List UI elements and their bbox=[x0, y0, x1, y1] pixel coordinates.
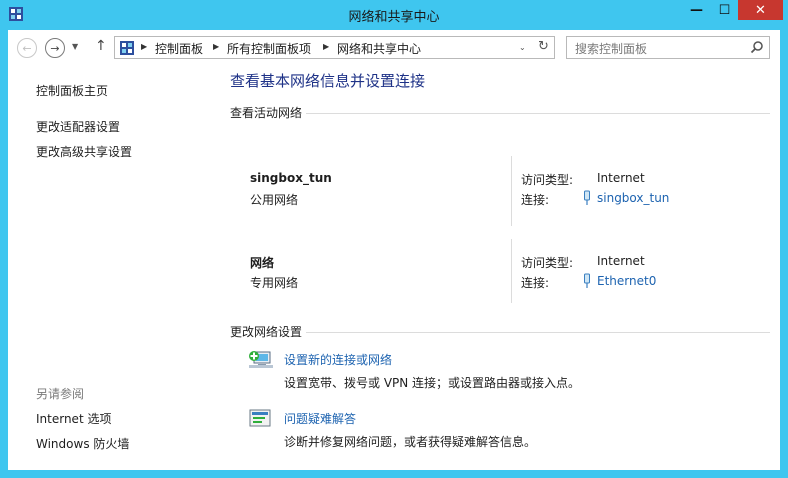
divider bbox=[511, 239, 512, 303]
access-type-value: Internet bbox=[597, 254, 645, 268]
up-button[interactable]: ↑ bbox=[95, 38, 107, 54]
window: 网络和共享中心 — ☐ ✕ ← → ▼ ↑ ▶ 控制面板 ▶ 所有控制面板项 ▶… bbox=[0, 0, 788, 478]
network-type: 公用网络 bbox=[250, 193, 299, 207]
divider bbox=[306, 332, 770, 333]
breadcrumb-all-items[interactable]: 所有控制面板项 bbox=[227, 40, 311, 57]
breadcrumb-chevron-right-icon[interactable]: ▶ bbox=[213, 42, 219, 51]
troubleshoot-link[interactable]: 问题疑难解答 bbox=[284, 410, 356, 427]
connection-link[interactable]: singbox_tun bbox=[597, 191, 669, 205]
active-networks-title: 查看活动网络 bbox=[230, 106, 303, 120]
breadcrumb-control-panel[interactable]: 控制面板 bbox=[155, 40, 203, 57]
address-bar[interactable]: ▶ 控制面板 ▶ 所有控制面板项 ▶ 网络和共享中心 ⌄ ↻ bbox=[114, 36, 555, 59]
forward-button[interactable]: → bbox=[45, 38, 65, 58]
refresh-button[interactable]: ↻ bbox=[538, 39, 549, 54]
search-input[interactable]: 搜索控制面板 bbox=[566, 36, 770, 59]
client-area: ← → ▼ ↑ ▶ 控制面板 ▶ 所有控制面板项 ▶ 网络和共享中心 ⌄ ↻ 搜… bbox=[8, 30, 780, 470]
window-title: 网络和共享中心 bbox=[348, 10, 440, 25]
main-pane: 查看基本网络信息并设置连接 查看活动网络 singbox_tun 公用网络 访问… bbox=[230, 64, 770, 470]
search-placeholder: 搜索控制面板 bbox=[575, 42, 648, 56]
navigation-bar: ← → ▼ ↑ ▶ 控制面板 ▶ 所有控制面板项 ▶ 网络和共享中心 ⌄ ↻ 搜… bbox=[8, 30, 780, 64]
change-adapter-settings-link[interactable]: 更改适配器设置 bbox=[36, 118, 120, 135]
minimize-button[interactable]: — bbox=[683, 0, 710, 20]
internet-options-link[interactable]: Internet 选项 bbox=[36, 410, 111, 427]
divider bbox=[511, 156, 512, 226]
connection-link[interactable]: Ethernet0 bbox=[597, 274, 656, 288]
maximize-button[interactable]: ☐ bbox=[711, 0, 738, 20]
network-name: singbox_tun bbox=[250, 171, 332, 185]
close-button[interactable]: ✕ bbox=[738, 0, 783, 20]
see-also-title: 另请参阅 bbox=[36, 387, 85, 401]
breadcrumb-chevron-right-icon[interactable]: ▶ bbox=[141, 42, 147, 51]
breadcrumb-network-center[interactable]: 网络和共享中心 bbox=[337, 40, 421, 57]
troubleshoot-icon bbox=[249, 409, 271, 427]
network-type: 专用网络 bbox=[250, 276, 299, 290]
left-pane: 控制面板主页 更改适配器设置 更改高级共享设置 另请参阅 Internet 选项… bbox=[8, 64, 218, 470]
title-bar[interactable]: 网络和共享中心 — ☐ ✕ bbox=[0, 0, 788, 29]
new-connection-icon bbox=[249, 351, 273, 368]
control-panel-home-link[interactable]: 控制面板主页 bbox=[36, 82, 108, 99]
back-button[interactable]: ← bbox=[17, 38, 37, 58]
setup-connection-description: 设置宽带、拨号或 VPN 连接；或设置路由器或接入点。 bbox=[284, 376, 581, 390]
breadcrumb-chevron-right-icon[interactable]: ▶ bbox=[323, 42, 329, 51]
connection-label: 连接: bbox=[521, 193, 550, 207]
control-panel-icon bbox=[120, 41, 134, 55]
setup-connection-link[interactable]: 设置新的连接或网络 bbox=[284, 351, 392, 368]
network-name: 网络 bbox=[250, 256, 275, 270]
divider bbox=[306, 113, 770, 114]
windows-firewall-link[interactable]: Windows 防火墙 bbox=[36, 435, 129, 452]
access-type-label: 访问类型: bbox=[521, 173, 574, 187]
network-adapter-icon bbox=[584, 190, 590, 205]
access-type-label: 访问类型: bbox=[521, 256, 574, 270]
address-chevron-down-icon[interactable]: ⌄ bbox=[519, 43, 526, 52]
network-adapter-icon bbox=[584, 273, 590, 288]
access-type-value: Internet bbox=[597, 171, 645, 185]
page-title: 查看基本网络信息并设置连接 bbox=[230, 72, 426, 90]
search-icon[interactable] bbox=[750, 40, 764, 54]
change-advanced-sharing-link[interactable]: 更改高级共享设置 bbox=[36, 143, 132, 160]
change-settings-title: 更改网络设置 bbox=[230, 325, 303, 339]
troubleshoot-description: 诊断并修复网络问题，或者获得疑难解答信息。 bbox=[284, 435, 537, 449]
connection-label: 连接: bbox=[521, 276, 550, 290]
recent-locations-chevron-down-icon[interactable]: ▼ bbox=[72, 42, 78, 51]
